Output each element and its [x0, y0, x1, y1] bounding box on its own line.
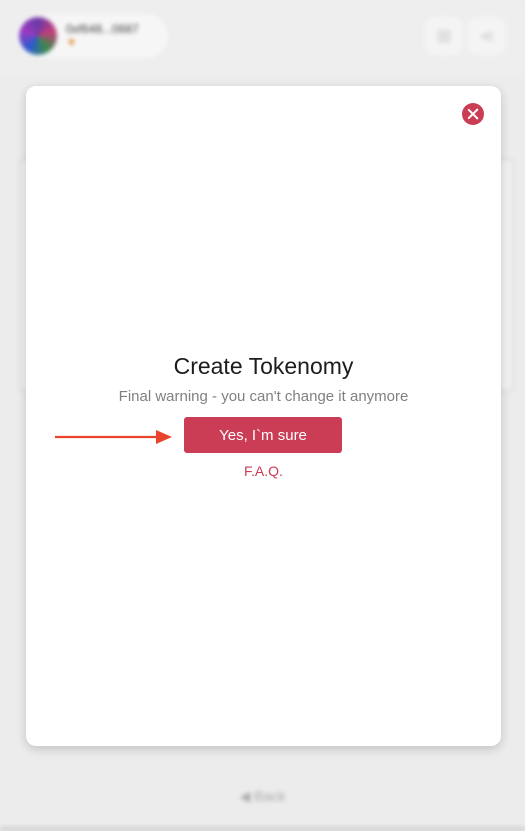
- account-pill[interactable]: 0xf648...0687 ▼: [16, 14, 168, 58]
- cart-icon: ⊞: [436, 25, 452, 46]
- back-label: Back: [254, 788, 286, 804]
- confirm-modal: Create Tokenomy Final warning - you can'…: [26, 86, 501, 746]
- top-bar: 0xf648...0687 ▼ ⊞ ⋖: [0, 0, 525, 75]
- modal-subtitle: Final warning - you can't change it anym…: [118, 388, 409, 405]
- metamask-fox-icon: ▼: [66, 37, 77, 49]
- faq-link[interactable]: F.A.Q.: [26, 463, 501, 479]
- back-arrow-icon: ◀: [239, 788, 251, 804]
- share-button[interactable]: ⋖: [468, 17, 506, 55]
- share-icon: ⋖: [479, 25, 495, 46]
- confirm-button[interactable]: Yes, I`m sure: [184, 417, 342, 453]
- modal-title: Create Tokenomy: [173, 353, 354, 379]
- close-icon[interactable]: [462, 103, 484, 125]
- annotation-arrow-icon: [55, 430, 172, 444]
- avatar: [19, 17, 57, 55]
- bottom-strip: [0, 827, 525, 831]
- account-address: 0xf648...0687: [66, 22, 139, 36]
- cart-button[interactable]: ⊞: [425, 17, 463, 55]
- back-link[interactable]: ◀ Back: [0, 788, 525, 805]
